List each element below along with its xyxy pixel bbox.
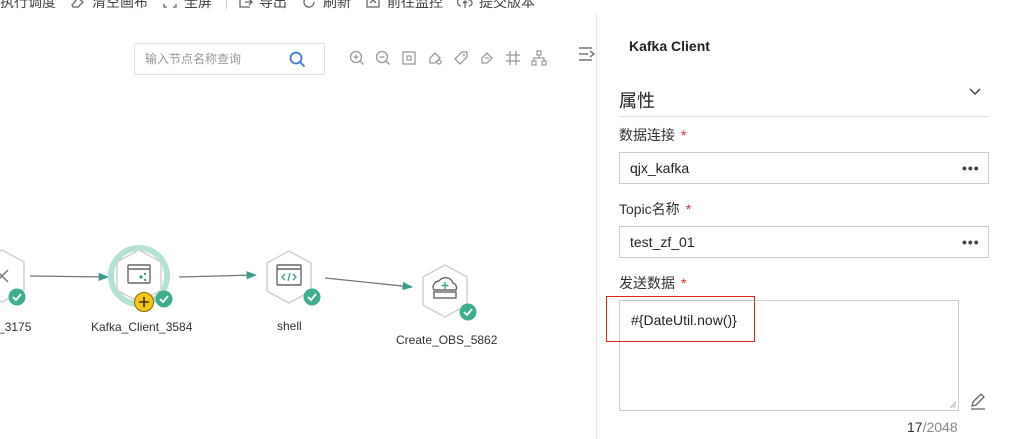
toolbar: 执行调度 清空画布 全屏 导出 刷新 前往监控 提交版本 bbox=[0, 0, 600, 12]
success-badge-icon bbox=[303, 288, 321, 306]
char-counter: 17/2048 bbox=[907, 419, 958, 435]
submit-version-button[interactable]: 提交版本 bbox=[457, 0, 535, 12]
more-options-button[interactable]: ••• bbox=[962, 160, 988, 176]
toolbar-label: 执行调度 bbox=[0, 0, 56, 10]
chevron-down-icon[interactable] bbox=[967, 84, 983, 100]
refresh-button[interactable]: 刷新 bbox=[301, 0, 351, 12]
node-label: shell bbox=[277, 319, 302, 333]
edge-1 bbox=[29, 272, 110, 282]
flow-edges bbox=[29, 271, 414, 291]
edge-3 bbox=[324, 277, 414, 291]
add-badge-icon[interactable] bbox=[134, 292, 154, 312]
topic-field[interactable]: test_zf_01 ••• bbox=[619, 226, 989, 258]
toolbar-label: 导出 bbox=[259, 0, 287, 10]
app-root: 执行调度 清空画布 全屏 导出 刷新 前往监控 提交版本 输入节点名称查询 _3… bbox=[0, 0, 1012, 439]
send-data-label: 发送数据 * bbox=[619, 275, 687, 291]
monitor-button[interactable]: 前往监控 bbox=[365, 0, 443, 12]
section-divider bbox=[619, 116, 989, 117]
required-mark: * bbox=[681, 275, 687, 291]
export-icon bbox=[239, 0, 253, 8]
more-options-button[interactable]: ••• bbox=[962, 234, 988, 250]
success-badge-icon bbox=[8, 288, 26, 306]
refresh-icon bbox=[303, 0, 315, 8]
toolbar-label: 前往监控 bbox=[387, 0, 443, 10]
clear-canvas-button[interactable]: 清空画布 bbox=[70, 0, 148, 12]
node-label: Kafka_Client_3584 bbox=[91, 320, 193, 334]
flow-node[interactable] bbox=[419, 263, 477, 321]
edge-2 bbox=[178, 271, 258, 280]
topic-value: test_zf_01 bbox=[630, 234, 695, 250]
properties-panel: Kafka Client 属性 数据连接 * qjx_kafka ••• Topi… bbox=[596, 14, 1012, 439]
toolbar-divider bbox=[226, 0, 227, 9]
fullscreen-icon bbox=[163, 0, 177, 8]
required-mark: * bbox=[685, 201, 692, 217]
eraser-icon bbox=[71, 0, 84, 8]
toolbar-label: 刷新 bbox=[323, 0, 351, 10]
toolbar-label: 全屏 bbox=[184, 0, 212, 10]
fullscreen-button[interactable]: 全屏 bbox=[162, 0, 212, 12]
schedule-button[interactable]: 执行调度 bbox=[0, 0, 56, 12]
flow-node[interactable] bbox=[263, 249, 321, 306]
node-label: _3175 bbox=[0, 320, 32, 334]
upload-icon bbox=[457, 0, 473, 8]
monitor-icon bbox=[366, 0, 380, 8]
toolbar-label: 提交版本 bbox=[479, 0, 535, 10]
connection-label: 数据连接 * bbox=[619, 127, 687, 143]
edit-icon[interactable] bbox=[969, 392, 987, 410]
connection-value: qjx_kafka bbox=[630, 160, 690, 176]
panel-title: Kafka Client bbox=[629, 38, 710, 54]
flow-node[interactable] bbox=[0, 248, 28, 306]
collapse-panel-icon[interactable] bbox=[578, 44, 596, 64]
resize-grip-icon[interactable] bbox=[950, 402, 956, 408]
toolbar-label: 清空画布 bbox=[92, 0, 148, 10]
highlight-box bbox=[606, 296, 755, 342]
success-badge-icon bbox=[155, 290, 173, 308]
flow-canvas[interactable]: _3175 Kafka_Client_3584 bbox=[0, 14, 596, 439]
required-mark: * bbox=[681, 127, 687, 143]
connection-field[interactable]: qjx_kafka ••• bbox=[619, 152, 989, 184]
topic-label: Topic名称 * bbox=[619, 201, 692, 217]
success-badge-icon bbox=[459, 303, 477, 321]
flow-node-selected[interactable] bbox=[108, 245, 173, 312]
node-label: Create_OBS_5862 bbox=[396, 333, 498, 347]
export-button[interactable]: 导出 bbox=[237, 0, 287, 12]
section-title[interactable]: 属性 bbox=[619, 87, 655, 113]
